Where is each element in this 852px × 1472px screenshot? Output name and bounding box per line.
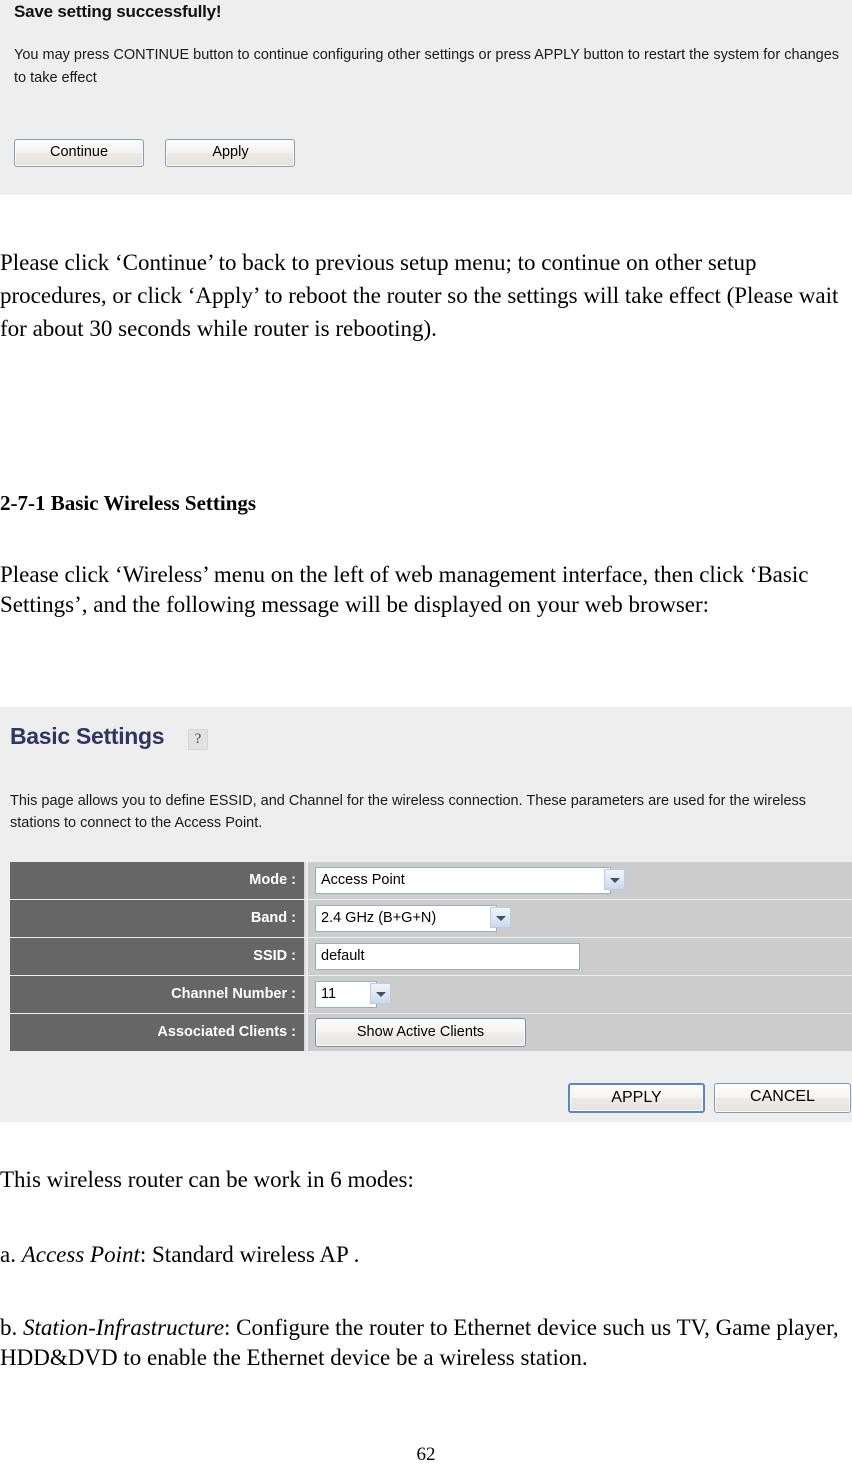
mode-a-prefix: a. xyxy=(0,1242,22,1267)
channel-number-select[interactable]: 11 xyxy=(315,981,377,1008)
help-icon[interactable]: ? xyxy=(188,729,208,750)
paragraph-wireless-menu: Please click ‘Wireless’ menu on the left… xyxy=(0,562,809,617)
cancel-main-button[interactable]: CANCEL xyxy=(714,1083,851,1113)
mode-b-prefix: b. xyxy=(0,1315,23,1340)
row-field-mode: Access Point 1 xyxy=(308,862,852,899)
mode-select[interactable]: Access Point xyxy=(315,867,611,894)
apply-button[interactable]: Apply xyxy=(165,139,296,167)
apply-main-button[interactable]: APPLY xyxy=(568,1083,705,1113)
table-row: Mode : Access Point 1 xyxy=(10,862,852,899)
table-row: Associated Clients : Show Active Clients… xyxy=(10,1014,852,1051)
continue-button[interactable]: Continue xyxy=(14,139,144,167)
table-row: Band : 2.4 GHz (B+G+N) 2 xyxy=(10,900,852,937)
basic-settings-table: Mode : Access Point 1 Band : 2.4 GHz (B+… xyxy=(10,862,852,1052)
page-number: 62 xyxy=(416,1444,436,1465)
chevron-down-icon[interactable] xyxy=(370,983,391,1004)
table-row: Channel Number : 11 4 xyxy=(10,976,852,1013)
save-success-message: You may press CONTINUE button to continu… xyxy=(14,47,840,86)
row-label-mode: Mode : xyxy=(10,862,306,899)
row-field-ssid: default 3 xyxy=(308,938,852,975)
row-field-band: 2.4 GHz (B+G+N) 2 xyxy=(308,900,852,937)
chevron-down-icon[interactable] xyxy=(490,907,511,928)
mode-a-text: : Standard wireless AP . xyxy=(139,1242,360,1267)
row-label-channel-number: Channel Number : xyxy=(10,976,306,1013)
row-field-associated-clients: Show Active Clients 5 xyxy=(308,1014,852,1051)
row-label-ssid: SSID : xyxy=(10,938,306,975)
mode-a-name: Access Point xyxy=(21,1242,140,1267)
row-label-associated-clients: Associated Clients : xyxy=(10,1014,306,1051)
basic-settings-footer: APPLY CANCEL xyxy=(0,1079,852,1122)
row-field-channel-number: 11 4 xyxy=(308,976,852,1013)
table-row: SSID : default 3 xyxy=(10,938,852,975)
basic-settings-screenshot: Basic Settings ? This page allows you to… xyxy=(0,707,852,1122)
chevron-down-icon[interactable] xyxy=(604,869,625,890)
save-success-title: Save setting successfully! xyxy=(14,2,222,21)
show-active-clients-button[interactable]: Show Active Clients xyxy=(315,1018,526,1047)
paragraph-mode-b: b. Station-Infrastructure: Configure the… xyxy=(0,1313,852,1373)
paragraph-continue-apply: Please click ‘Continue’ to back to previ… xyxy=(0,250,839,341)
save-panel-button-row: Continue Apply xyxy=(14,139,296,167)
mode-b-name: Station-Infrastructure xyxy=(23,1315,225,1340)
ssid-input[interactable]: default xyxy=(315,943,580,970)
basic-settings-description: This page allows you to define ESSID, an… xyxy=(10,793,807,831)
paragraph-six-modes: This wireless router can be work in 6 mo… xyxy=(0,1167,414,1192)
section-heading-basic-wireless-settings: 2-7-1 Basic Wireless Settings xyxy=(0,491,257,515)
band-select[interactable]: 2.4 GHz (B+G+N) xyxy=(315,905,497,932)
basic-settings-title: Basic Settings xyxy=(10,723,165,749)
paragraph-mode-a: a. Access Point: Standard wireless AP . xyxy=(0,1238,852,1271)
save-setting-screenshot: Save setting successfully! You may press… xyxy=(0,0,852,195)
row-label-band: Band : xyxy=(10,900,306,937)
